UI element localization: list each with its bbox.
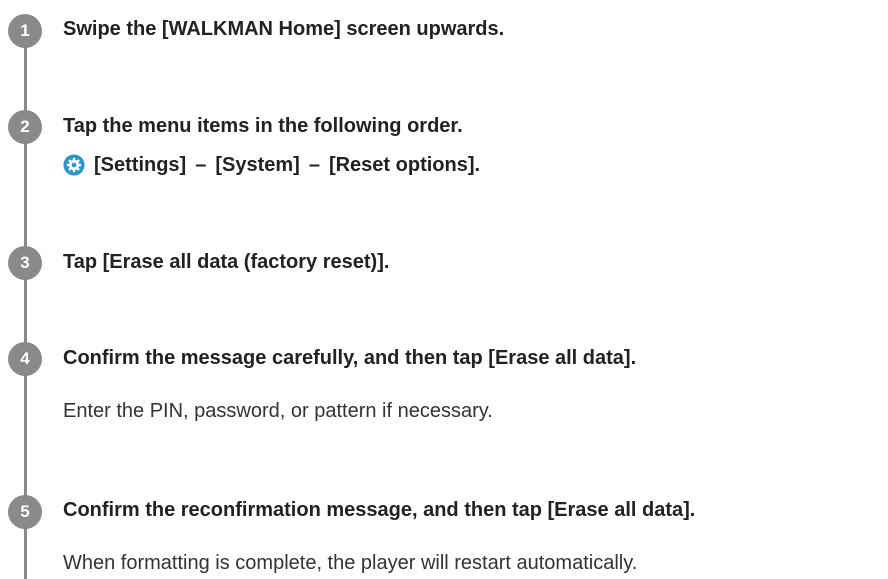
menu-item-system: [System] bbox=[215, 154, 300, 176]
path-separator: – bbox=[308, 154, 320, 176]
step-instruction: Confirm the reconfirmation message, and … bbox=[63, 499, 696, 521]
step-number-badge: 4 bbox=[8, 342, 42, 376]
path-separator: – bbox=[195, 154, 207, 176]
step-instruction: Confirm the message carefully, and then … bbox=[63, 347, 637, 369]
step-instruction: Tap [Erase all data (factory reset)]. bbox=[63, 251, 390, 273]
step-number-badge: 1 bbox=[8, 14, 42, 48]
settings-gear-icon bbox=[63, 154, 85, 176]
procedure-steps: 1 Swipe the [WALKMAN Home] screen upward… bbox=[0, 0, 888, 579]
menu-item-settings: [Settings] bbox=[94, 154, 187, 176]
step-note: When formatting is complete, the player … bbox=[63, 552, 638, 574]
step-instruction: Swipe the [WALKMAN Home] screen upwards. bbox=[63, 18, 505, 40]
menu-item-reset-options: [Reset options]. bbox=[328, 154, 481, 176]
step-number-badge: 3 bbox=[8, 246, 42, 280]
step-number-badge: 5 bbox=[8, 495, 42, 529]
step-number-badge: 2 bbox=[8, 110, 42, 144]
step-note: Enter the PIN, password, or pattern if n… bbox=[63, 400, 493, 422]
step-instruction: Tap the menu items in the following orde… bbox=[63, 115, 463, 137]
menu-path: [Settings] – [System] – [Reset options]. bbox=[63, 152, 480, 178]
